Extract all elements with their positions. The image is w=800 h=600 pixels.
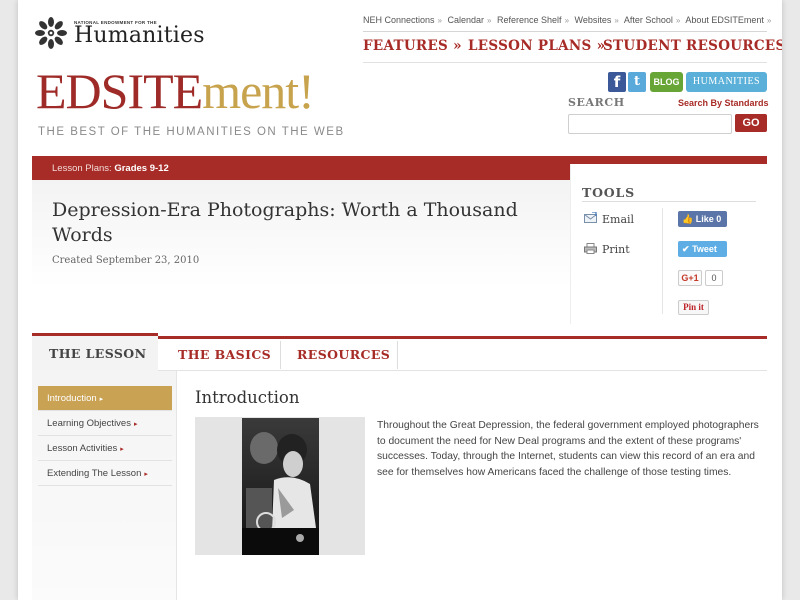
bird-icon: ✔ <box>682 244 690 254</box>
tab-resources[interactable]: RESOURCES <box>297 347 390 362</box>
util-link-websites[interactable]: Websites <box>575 15 612 25</box>
util-sep: » <box>675 16 681 25</box>
logo-part-ment: ment! <box>202 63 315 119</box>
sidebar-item-label: Learning Objectives <box>47 418 131 429</box>
nav-features[interactable]: FEATURES » <box>363 38 462 54</box>
divider <box>158 370 767 371</box>
sidebar-item-lesson-activities[interactable]: Lesson Activities ▸ <box>38 436 172 461</box>
sidebar-item-label: Lesson Activities <box>47 443 118 454</box>
util-link-calendar[interactable]: Calendar <box>448 15 485 25</box>
search-input[interactable] <box>568 114 732 134</box>
email-link[interactable]: Email <box>602 213 634 226</box>
tab-the-lesson[interactable]: THE LESSON <box>32 333 158 371</box>
divider <box>582 201 756 202</box>
humanities-button[interactable]: HUMANITIES <box>686 72 767 92</box>
photo-frame <box>195 417 365 555</box>
sidebar-item-label: Introduction <box>47 393 97 404</box>
util-link-neh-connections[interactable]: NEH Connections <box>363 15 435 25</box>
edsitement-logo[interactable]: EDSITEment! <box>36 63 315 119</box>
sidebar-item-learning-objectives[interactable]: Learning Objectives ▸ <box>38 411 172 436</box>
like-count: 0 <box>716 214 722 224</box>
util-sep: » <box>766 16 772 25</box>
twitter-icon[interactable]: t <box>628 72 646 92</box>
tab-the-basics[interactable]: THE BASICS <box>178 347 271 362</box>
neh-logo[interactable]: NATIONAL ENDOWMENT FOR THE Humanities <box>34 16 205 50</box>
util-sep: » <box>614 16 619 25</box>
breadcrumb-grade: Grades 9-12 <box>114 163 169 174</box>
util-sep: » <box>564 16 570 25</box>
google-plus-count: 0 <box>705 270 723 286</box>
thumbs-up-icon: 👍 <box>682 214 694 224</box>
neh-wordmark: Humanities <box>74 23 205 48</box>
like-label: Like <box>695 214 714 224</box>
page-title: Depression-Era Photographs: Worth a Thou… <box>52 199 518 246</box>
search-label: SEARCH <box>568 96 625 109</box>
nav-student-resources[interactable]: STUDENT RESOURCES » <box>603 38 782 54</box>
arrow-right-icon: ▸ <box>99 396 104 403</box>
utility-nav: NEH Connections» Calendar» Reference She… <box>363 15 774 25</box>
created-date: Created September 23, 2010 <box>52 255 200 266</box>
print-icon[interactable] <box>584 243 597 254</box>
breadcrumb-section[interactable]: Lesson Plans: <box>52 163 112 174</box>
google-plus-button[interactable]: G+1 <box>678 270 702 286</box>
sidebar-item-extending-the-lesson[interactable]: Extending The Lesson ▸ <box>38 461 172 486</box>
util-sep: » <box>437 16 442 25</box>
pin-it-button[interactable]: Pin it <box>678 300 709 315</box>
arrow-right-icon: ▸ <box>120 446 124 453</box>
depression-era-photo <box>242 418 319 555</box>
divider <box>363 31 767 32</box>
tools-title: TOOLS <box>582 185 635 200</box>
email-icon[interactable] <box>584 212 597 223</box>
sidebar-item-introduction[interactable]: Introduction ▸ <box>38 386 172 411</box>
blog-button[interactable]: BLOG <box>650 72 683 92</box>
arrow-right-icon: ▸ <box>133 421 138 428</box>
site-tagline: THE BEST OF THE HUMANITIES ON THE WEB <box>38 126 345 138</box>
divider <box>363 62 767 63</box>
nav-lesson-plans[interactable]: LESSON PLANS » <box>468 38 605 54</box>
util-link-reference-shelf[interactable]: Reference Shelf <box>497 15 562 25</box>
sidebar-item-label: Extending The Lesson <box>47 468 142 479</box>
tweet-label: Tweet <box>692 244 717 254</box>
search-by-standards-link[interactable]: Search By Standards <box>678 98 769 108</box>
util-link-after-school[interactable]: After School <box>624 15 673 25</box>
arrow-right-icon: ▸ <box>144 471 148 478</box>
facebook-like-button[interactable]: 👍 Like 0 <box>678 211 727 227</box>
divider <box>176 371 177 600</box>
print-link[interactable]: Print <box>602 243 630 256</box>
util-link-about[interactable]: About EDSITEment <box>685 15 764 25</box>
tweet-button[interactable]: ✔ Tweet <box>678 241 727 257</box>
divider <box>397 341 398 369</box>
logo-part-edsite: EDSITE <box>36 63 203 119</box>
breadcrumb: Lesson Plans: Grades 9-12 <box>52 163 169 174</box>
search-go-button[interactable]: GO <box>735 114 767 132</box>
divider <box>280 341 281 369</box>
neh-emblem-icon <box>35 17 67 49</box>
facebook-icon[interactable]: f <box>608 72 626 92</box>
tab-label: THE LESSON <box>49 346 147 361</box>
divider <box>662 208 663 314</box>
page: NATIONAL ENDOWMENT FOR THE Humanities NE… <box>18 0 782 600</box>
intro-paragraph: Throughout the Great Depression, the fed… <box>377 420 759 478</box>
util-sep: » <box>487 16 492 25</box>
section-heading: Introduction <box>195 388 300 407</box>
